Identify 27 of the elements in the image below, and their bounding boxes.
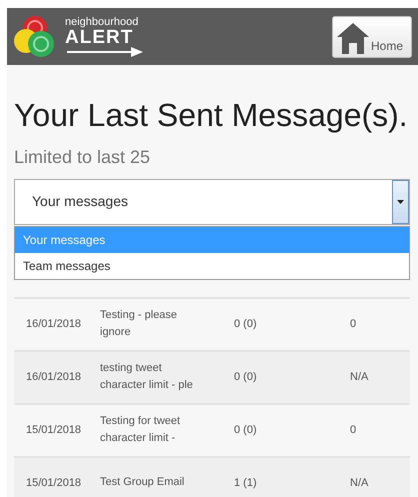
table-cell-text: 0 (0): [233, 316, 258, 332]
table-cell-text: 0 (0): [233, 422, 258, 438]
subtitle-text: Limited to last 25: [14, 146, 150, 167]
table-cell-text: N/A: [349, 476, 370, 491]
table-cell-text: 16/01/2018: [25, 316, 82, 332]
dropdown-field[interactable]: Your messages: [14, 178, 410, 225]
table-cell-text: Test Group Email: [100, 475, 186, 490]
logo-text: neighbourhood: [65, 16, 140, 28]
home-button[interactable]: Home: [332, 16, 412, 58]
table-cell-text: 0: [349, 422, 358, 438]
table-cell-text: 1 (1): [233, 476, 258, 491]
page-title: Your Last Sent Message(s).: [14, 97, 408, 133]
table-cell-text: 0: [349, 316, 358, 332]
table-cell-text: 15/01/2018: [25, 422, 82, 438]
dropdown-option[interactable]: Team messages: [15, 252, 409, 279]
logo-title: ALERT: [65, 28, 134, 46]
caret-icon: [397, 200, 404, 204]
table-cell-text: Testing for tweet character limit -: [100, 414, 182, 446]
table-cell-text: Testing - please ignore: [100, 308, 178, 340]
table-cell-text: N/A: [349, 370, 370, 385]
table-cell-text: testing tweet character limit - ple: [100, 360, 194, 394]
house-icon: [336, 20, 370, 54]
table-cell-text: 16/01/2018: [25, 370, 82, 385]
arrow-icon: [65, 46, 145, 56]
table-cell-text: 0 (0): [233, 370, 258, 385]
caret-button[interactable]: [392, 180, 409, 224]
table-cell-text: 15/01/2018: [25, 476, 82, 491]
